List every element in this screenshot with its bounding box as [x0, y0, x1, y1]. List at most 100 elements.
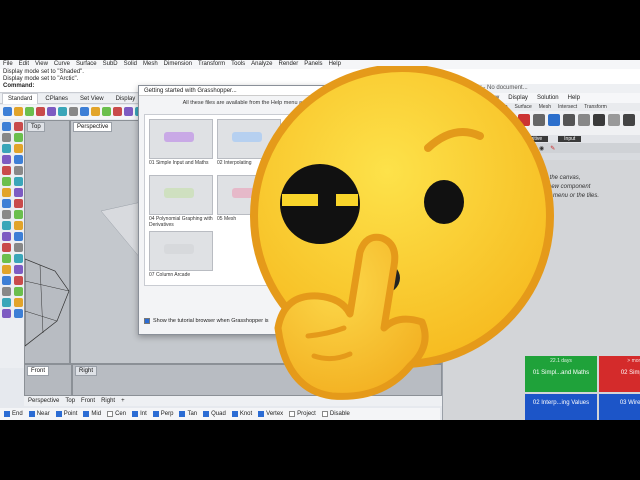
osnap-int[interactable]: Int — [132, 411, 147, 417]
toolbar-icon[interactable] — [124, 107, 133, 116]
tool-icon[interactable] — [14, 188, 23, 197]
gh-component-icon[interactable] — [578, 114, 590, 126]
toolbar-icon[interactable] — [69, 107, 78, 116]
menu-item-view[interactable]: View — [35, 60, 48, 69]
osnap-checkbox[interactable] — [4, 411, 10, 417]
gh-component-icon[interactable] — [608, 114, 620, 126]
toolbar-icon[interactable] — [47, 107, 56, 116]
tool-icon[interactable] — [2, 276, 11, 285]
osnap-checkbox[interactable] — [28, 411, 35, 417]
osnap-checkbox[interactable] — [258, 411, 265, 417]
osnap-checkbox[interactable] — [203, 411, 210, 417]
viewport-tab-top[interactable]: Top — [65, 398, 75, 404]
osnap-cen[interactable]: Cen — [107, 411, 126, 417]
tool-icon[interactable] — [2, 287, 11, 296]
osnap-perp[interactable]: Perp — [152, 411, 173, 417]
menu-item-curve[interactable]: Curve — [54, 60, 70, 69]
tool-icon[interactable] — [2, 199, 11, 208]
menu-item-solid[interactable]: Solid — [124, 60, 137, 69]
tool-icon[interactable] — [2, 309, 11, 318]
osnap-vertex[interactable]: Vertex — [258, 411, 283, 417]
toolbar-icon[interactable] — [102, 107, 111, 116]
tool-icon[interactable] — [14, 276, 23, 285]
osnap-near[interactable]: Near — [28, 411, 50, 417]
tool-icon[interactable] — [2, 166, 11, 175]
osnap-checkbox[interactable] — [83, 411, 90, 417]
toolbar-icon[interactable] — [3, 107, 12, 116]
tool-icon[interactable] — [14, 133, 23, 142]
osnap-end[interactable]: End — [4, 411, 23, 417]
tool-icon[interactable] — [14, 199, 23, 208]
viewport-tab-front[interactable]: Front — [81, 398, 95, 404]
osnap-mid[interactable]: Mid — [83, 411, 101, 417]
osnap-checkbox[interactable] — [289, 411, 296, 417]
show-tutorial-checkbox[interactable] — [144, 318, 150, 324]
tool-icon[interactable] — [2, 155, 11, 164]
toolbar-tab-cplanes[interactable]: CPlanes — [40, 94, 73, 104]
osnap-checkbox[interactable] — [132, 411, 139, 417]
osnap-checkbox[interactable] — [152, 411, 159, 417]
tool-icon[interactable] — [2, 298, 11, 307]
gh-tab-transform[interactable]: Transform — [584, 104, 607, 110]
menu-item-dimension[interactable]: Dimension — [164, 60, 192, 69]
osnap-project[interactable]: Project — [289, 411, 316, 417]
tool-icon[interactable] — [14, 254, 23, 263]
tool-icon[interactable] — [14, 155, 23, 164]
viewport-label-right[interactable]: Right — [75, 366, 98, 376]
osnap-point[interactable]: Point — [55, 411, 77, 417]
viewport-front[interactable]: Front — [24, 364, 72, 396]
osnap-checkbox[interactable] — [321, 411, 328, 417]
tool-icon[interactable] — [2, 133, 11, 142]
gh-component-icon[interactable] — [623, 114, 635, 126]
menu-item-subd[interactable]: SubD — [103, 60, 118, 69]
osnap-knot[interactable]: Knot — [231, 411, 252, 417]
viewport-tab-perspective[interactable]: Perspective — [28, 398, 59, 404]
osnap-quad[interactable]: Quad — [203, 411, 226, 417]
tool-icon[interactable] — [2, 221, 11, 230]
tool-icon[interactable] — [2, 144, 11, 153]
tool-icon[interactable] — [14, 243, 23, 252]
viewport-tab-right[interactable]: Right — [101, 398, 115, 404]
osnap-checkbox[interactable] — [231, 411, 238, 417]
toolbar-icon[interactable] — [58, 107, 67, 116]
viewport-top[interactable]: Top — [24, 120, 70, 364]
tool-icon[interactable] — [14, 232, 23, 241]
tool-icon[interactable] — [14, 166, 23, 175]
gh-component-icon[interactable] — [593, 114, 605, 126]
recent-file-tile[interactable]: 03 Wires ... — [599, 394, 640, 420]
menu-item-surface[interactable]: Surface — [76, 60, 97, 69]
tool-icon[interactable] — [14, 210, 23, 219]
tool-icon[interactable] — [14, 287, 23, 296]
tool-icon[interactable] — [2, 177, 11, 186]
tool-icon[interactable] — [2, 232, 11, 241]
toolbar-tab-display[interactable]: Display — [111, 94, 141, 104]
osnap-checkbox[interactable] — [55, 411, 62, 417]
toolbar-icon[interactable] — [36, 107, 45, 116]
tool-icon[interactable] — [2, 265, 11, 274]
osnap-tan[interactable]: Tan — [179, 411, 197, 417]
menu-item-transform[interactable]: Transform — [198, 60, 225, 69]
tool-icon[interactable] — [2, 210, 11, 219]
osnap-checkbox[interactable] — [179, 411, 186, 417]
tool-icon[interactable] — [14, 298, 23, 307]
toolbar-icon[interactable] — [14, 107, 23, 116]
menu-item-mesh[interactable]: Mesh — [143, 60, 158, 69]
tutorial-thumb[interactable]: 01 Simple Input and Maths — [149, 119, 213, 171]
tool-icon[interactable] — [14, 177, 23, 186]
toolbar-icon[interactable] — [113, 107, 122, 116]
toolbar-tab-set-view[interactable]: Set View — [75, 94, 109, 104]
tool-icon[interactable] — [2, 122, 11, 131]
osnap-checkbox[interactable] — [107, 411, 114, 417]
tool-icon[interactable] — [14, 309, 23, 318]
osnap-disable[interactable]: Disable — [321, 411, 350, 417]
toolbar-icon[interactable] — [25, 107, 34, 116]
tutorial-thumb[interactable]: 07 Column Arcade — [149, 231, 213, 283]
menu-item-file[interactable]: File — [3, 60, 13, 69]
tool-icon[interactable] — [14, 265, 23, 274]
menu-item-edit[interactable]: Edit — [19, 60, 29, 69]
toolbar-icon[interactable] — [91, 107, 100, 116]
toolbar-icon[interactable] — [80, 107, 89, 116]
tool-icon[interactable] — [14, 122, 23, 131]
add-viewport-icon[interactable]: + — [121, 398, 125, 404]
tool-icon[interactable] — [2, 254, 11, 263]
